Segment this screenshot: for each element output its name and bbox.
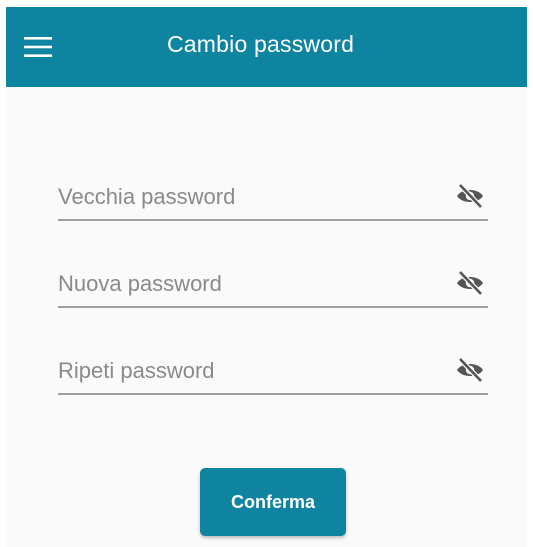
- eye-off-icon: [457, 357, 483, 383]
- page-title: Cambio password: [167, 31, 355, 57]
- eye-off-icon: [457, 183, 483, 209]
- repeat-password-input[interactable]: [58, 353, 428, 389]
- confirm-button[interactable]: Conferma: [200, 468, 346, 536]
- toggle-old-password-visibility[interactable]: [452, 181, 488, 211]
- app-bar: Cambio password: [6, 7, 527, 87]
- repeat-password-field: [58, 353, 488, 395]
- change-password-screen: Cambio password Conferma: [6, 7, 527, 547]
- old-password-field: [58, 179, 488, 221]
- new-password-input[interactable]: [58, 266, 428, 302]
- toggle-new-password-visibility[interactable]: [452, 268, 488, 298]
- menu-button[interactable]: [24, 29, 72, 65]
- eye-off-icon: [457, 270, 483, 296]
- old-password-input[interactable]: [58, 179, 428, 215]
- toggle-repeat-password-visibility[interactable]: [452, 355, 488, 385]
- hamburger-menu-icon: [24, 37, 52, 57]
- new-password-field: [58, 266, 488, 308]
